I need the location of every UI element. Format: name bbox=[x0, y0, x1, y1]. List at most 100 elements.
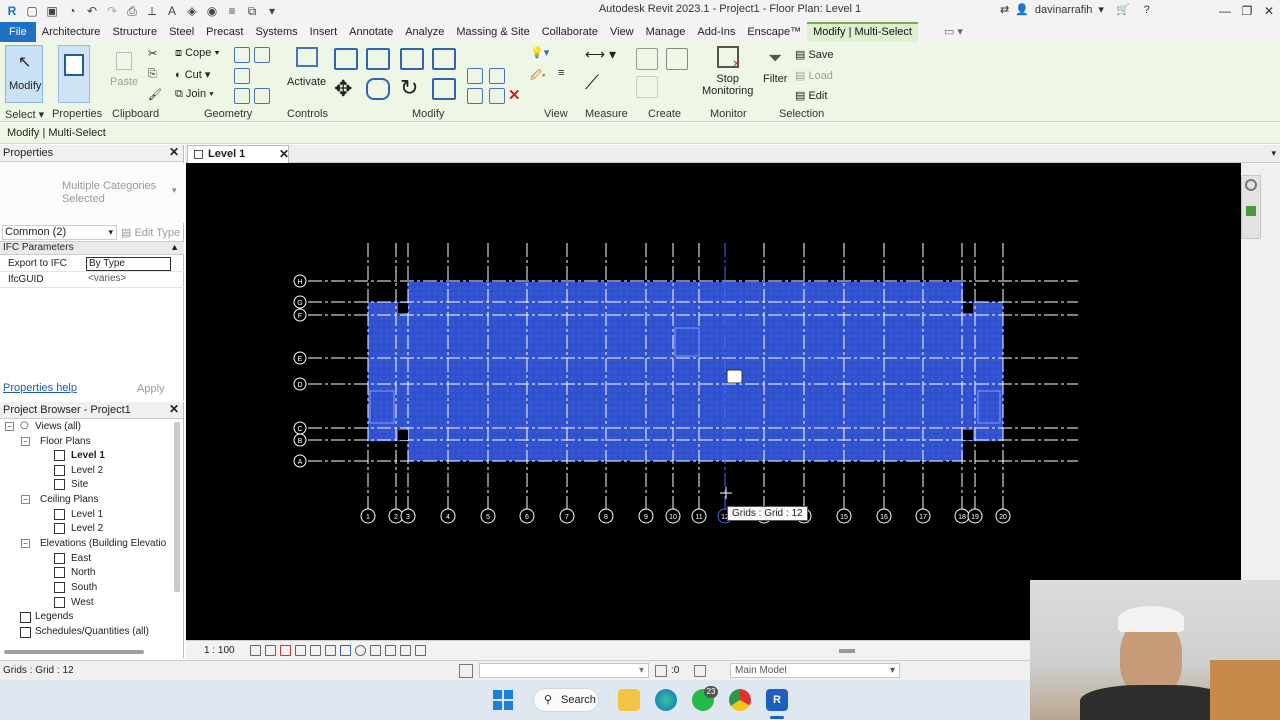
grid-label-F[interactable]: F bbox=[298, 313, 302, 320]
crop-view-icon[interactable] bbox=[310, 645, 321, 656]
shadows-icon[interactable] bbox=[295, 645, 306, 656]
delete-icon[interactable]: ✕ bbox=[508, 86, 521, 104]
tree-elevation-east[interactable]: East bbox=[71, 552, 91, 565]
column-3[interactable] bbox=[963, 303, 973, 313]
scale-icon[interactable] bbox=[467, 88, 483, 104]
tab-massing-site[interactable]: Massing & Site bbox=[450, 22, 535, 42]
customize-qat-icon[interactable]: ▾ bbox=[264, 3, 280, 19]
tab-overflow-icon[interactable]: ▾ bbox=[1271, 148, 1276, 159]
view-scale[interactable]: 1 : 100 bbox=[204, 645, 235, 656]
view-tab-level-1[interactable]: Level 1 ✕ bbox=[187, 145, 289, 163]
floor-slab-east-wing[interactable] bbox=[963, 302, 1003, 441]
restore-icon[interactable]: ❐ bbox=[1236, 0, 1258, 22]
grid-label-3[interactable]: 3 bbox=[406, 514, 410, 521]
cope-button[interactable]: ⧈ Cope ▾ bbox=[175, 47, 220, 60]
property-group-header[interactable]: IFC Parameters ▲ bbox=[0, 241, 184, 255]
properties-button[interactable] bbox=[58, 45, 90, 103]
taskbar-search[interactable]: ⚲ Search bbox=[533, 688, 599, 712]
save-icon[interactable]: ▣ bbox=[44, 3, 60, 19]
design-options-icon[interactable] bbox=[694, 665, 706, 677]
revit-app-icon[interactable]: R bbox=[4, 3, 20, 19]
grid-label-10[interactable]: 10 bbox=[669, 514, 677, 521]
grid-label-9[interactable]: 9 bbox=[644, 514, 648, 521]
switch-windows-icon[interactable]: ⧉ bbox=[244, 3, 260, 19]
cart-icon[interactable]: 🛒 bbox=[1116, 3, 1130, 16]
tab-modify-multi-select[interactable]: Modify | Multi-Select bbox=[807, 22, 918, 42]
offset-icon[interactable] bbox=[366, 48, 390, 70]
override-graphics-icon[interactable]: 🖉▾ bbox=[530, 67, 546, 86]
tree-ceiling-plan-level-2[interactable]: Level 2 bbox=[71, 522, 103, 535]
grid-label-G[interactable]: G bbox=[297, 300, 302, 307]
create-group-icon[interactable] bbox=[666, 48, 688, 70]
edit-type-button[interactable]: ▤ Edit Type bbox=[121, 226, 180, 239]
paste-button[interactable]: Paste bbox=[110, 52, 138, 88]
load-selection-button[interactable]: ▤ Load bbox=[795, 69, 833, 82]
undo-icon[interactable]: ↶ bbox=[84, 3, 100, 19]
grid-label-8[interactable]: 8 bbox=[604, 514, 608, 521]
grid-label-D[interactable]: D bbox=[297, 382, 302, 389]
constraints-icon[interactable] bbox=[415, 645, 426, 656]
join-button[interactable]: ⧉ Join ▾ bbox=[175, 88, 214, 101]
geometry-tool-icon[interactable] bbox=[234, 47, 250, 63]
text-icon[interactable]: A bbox=[164, 3, 180, 19]
rotate-icon[interactable]: ↻ bbox=[400, 75, 418, 101]
align-icon[interactable] bbox=[334, 48, 358, 70]
collapse-icon[interactable]: − bbox=[5, 422, 14, 431]
edge-icon[interactable] bbox=[655, 689, 677, 711]
tab-manage[interactable]: Manage bbox=[640, 22, 692, 42]
grid-label-B[interactable]: B bbox=[298, 438, 303, 445]
grid-label-H[interactable]: H bbox=[297, 279, 302, 286]
close-icon[interactable]: ✕ bbox=[279, 147, 289, 161]
tab-structure[interactable]: Structure bbox=[106, 22, 163, 42]
zoom-icon[interactable] bbox=[1246, 206, 1256, 216]
array-icon[interactable] bbox=[467, 68, 483, 84]
apply-button[interactable]: Apply bbox=[137, 383, 165, 395]
tab-enscape[interactable]: Enscape™ bbox=[741, 22, 807, 42]
measure-icon[interactable]: ⟂ bbox=[144, 3, 160, 19]
grid-label-18[interactable]: 18 bbox=[958, 514, 966, 521]
close-icon[interactable]: ✕ bbox=[169, 145, 179, 159]
cut-geometry-button[interactable]: ◐ Cut ▾ bbox=[175, 68, 210, 81]
reveal-hidden-icon[interactable] bbox=[355, 645, 366, 656]
cut-tool-button[interactable]: ✂ bbox=[148, 47, 157, 60]
tree-schedules[interactable]: Schedules/Quantities (all) bbox=[35, 625, 149, 638]
tab-insert[interactable]: Insert bbox=[304, 22, 344, 42]
tab-analyze[interactable]: Analyze bbox=[399, 22, 450, 42]
tree-floor-plans[interactable]: Floor Plans bbox=[40, 435, 91, 448]
tree-elevation-south[interactable]: South bbox=[71, 581, 97, 594]
help-icon[interactable]: ? bbox=[1144, 4, 1150, 16]
drawing-canvas[interactable]: HGFEDCBA1234567891011121314151617181920 bbox=[186, 163, 1241, 640]
panel-select-dropdown[interactable]: Select ▾ bbox=[5, 108, 44, 121]
worksets-icon[interactable] bbox=[459, 664, 473, 678]
measure-tool-icon[interactable]: ⟷ ▾ bbox=[585, 46, 616, 63]
linework-icon[interactable]: ≡ bbox=[558, 67, 564, 79]
trim-icon[interactable] bbox=[432, 78, 456, 100]
filter-button[interactable]: ⏷ Filter bbox=[763, 48, 787, 85]
browser-horizontal-scrollbar[interactable] bbox=[4, 650, 144, 654]
stop-monitoring-button[interactable]: ✕ Stop Monitoring bbox=[702, 46, 753, 97]
chrome-icon[interactable] bbox=[729, 689, 751, 711]
grid-label-11[interactable]: 11 bbox=[695, 514, 702, 521]
show-crop-icon[interactable] bbox=[325, 645, 336, 656]
tab-architecture[interactable]: Architecture bbox=[36, 22, 107, 42]
close-icon[interactable]: ✕ bbox=[169, 402, 179, 416]
grid-label-16[interactable]: 16 bbox=[880, 514, 888, 521]
grid-label-15[interactable]: 15 bbox=[840, 514, 848, 521]
tab-collaborate[interactable]: Collaborate bbox=[536, 22, 604, 42]
share-icon[interactable]: ⇄ bbox=[1000, 3, 1009, 16]
worksharing-icon[interactable] bbox=[370, 645, 381, 656]
tab-file[interactable]: File bbox=[0, 22, 36, 42]
tree-views-all[interactable]: Views (all) bbox=[35, 420, 81, 433]
tab-systems[interactable]: Systems bbox=[249, 22, 303, 42]
export-to-ifc-field[interactable]: By Type bbox=[86, 257, 171, 271]
move-icon[interactable]: ✥ bbox=[334, 76, 352, 102]
file-explorer-icon[interactable] bbox=[618, 689, 640, 711]
grid-label-4[interactable]: 4 bbox=[446, 514, 450, 521]
detail-level-icon[interactable] bbox=[250, 645, 261, 656]
mirror-axis-icon[interactable] bbox=[400, 48, 424, 70]
visual-style-icon[interactable] bbox=[265, 645, 276, 656]
revit-taskbar-icon[interactable]: R bbox=[766, 689, 788, 711]
sun-path-icon[interactable] bbox=[280, 645, 291, 656]
floor-plan-drawing[interactable]: HGFEDCBA1234567891011121314151617181920 bbox=[186, 163, 1241, 640]
tree-floor-plan-site[interactable]: Site bbox=[71, 478, 88, 491]
